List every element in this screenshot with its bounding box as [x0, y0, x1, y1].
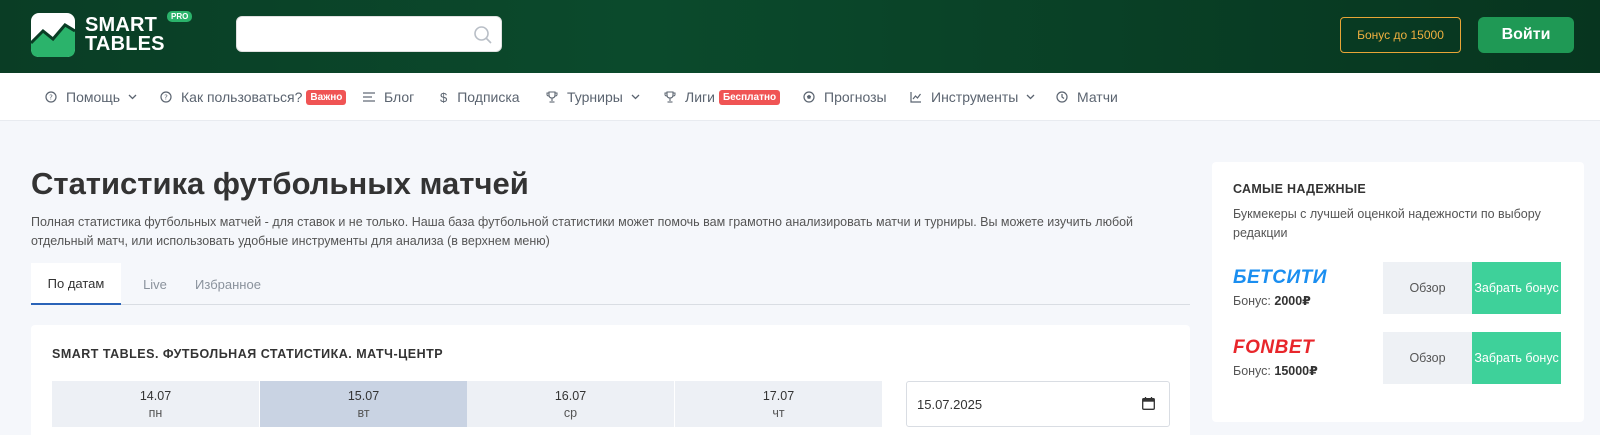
page-description: Полная статистика футбольных матчей - дл… [31, 215, 1134, 248]
logo-line-2: TABLES [85, 33, 165, 55]
day-weekday: ср [563, 405, 578, 420]
fonbet-logo[interactable]: FONBET [1233, 337, 1314, 359]
bookmaker-bonus: Бонус: 2000₽ [1233, 293, 1311, 308]
day-button[interactable]: 16.07 ср [467, 381, 674, 427]
svg-text:?: ? [49, 94, 53, 102]
logo[interactable]: SMART TABLES PRO [29, 11, 193, 57]
nav-label: Как пользоваться? [181, 89, 303, 105]
date-value: 15.07.2025 [917, 396, 983, 412]
nav-label: Матчи [1077, 89, 1118, 105]
nav-item-predictions[interactable]: Прогнозы [803, 73, 887, 121]
nav-label: Подписка [457, 89, 520, 105]
tabs: По датам Live Избранное [31, 263, 1190, 305]
panel-subtitle: Букмекеры с лучшей оценкой надежности по… [1233, 207, 1541, 240]
search-icon[interactable] [473, 25, 493, 45]
nav-item-help[interactable]: ? Помощь [45, 73, 146, 121]
main-nav: ? Помощь ? Как пользоваться? Важно Блог … [0, 73, 1600, 121]
review-button[interactable]: Обзор [1383, 332, 1472, 384]
review-button[interactable]: Обзор [1383, 262, 1472, 314]
match-center-title: SMART TABLES. ФУТБОЛЬНАЯ СТАТИСТИКА. МАТ… [52, 347, 444, 361]
tab-live[interactable]: Live [135, 263, 175, 305]
logo-mark-icon [29, 13, 76, 57]
tab-by-dates[interactable]: По датам [31, 263, 121, 305]
nav-label: Прогнозы [824, 89, 887, 105]
calendar-icon[interactable] [1142, 397, 1155, 410]
free-badge: Бесплатно [718, 89, 781, 105]
trophy-icon [546, 91, 558, 103]
day-date: 14.07 [139, 388, 172, 403]
date-picker-input[interactable]: 15.07.2025 [906, 381, 1170, 427]
bookmaker-row-betcity: БЕТСИТИ Бонус: 2000₽ Обзор Забрать бонус [1233, 262, 1569, 314]
day-date: 16.07 [554, 388, 587, 403]
day-button[interactable]: 14.07 пн [52, 381, 259, 427]
nav-item-leagues[interactable]: Лиги Бесплатно [664, 73, 781, 121]
chart-icon [910, 92, 921, 103]
nav-label: Турниры [567, 89, 623, 105]
bonus-label: Бонус: [1233, 364, 1271, 378]
nav-label: Помощь [66, 89, 121, 105]
help-circle-icon: ? [45, 91, 57, 103]
nav-item-how-to[interactable]: ? Как пользоваться? Важно [160, 73, 347, 121]
help-circle-icon: ? [160, 91, 172, 103]
take-bonus-button[interactable]: Забрать бонус [1472, 262, 1561, 314]
bonus-value: 15000₽ [1274, 364, 1318, 378]
nav-item-blog[interactable]: Блог [363, 73, 414, 121]
nav-item-subscription[interactable]: $ Подписка [440, 73, 520, 121]
tab-favorites[interactable]: Избранное [191, 263, 265, 305]
day-date: 15.07 [347, 388, 380, 403]
day-weekday: чт [772, 405, 785, 420]
login-button[interactable]: Войти [1478, 17, 1574, 53]
ball-icon [803, 91, 815, 103]
nav-label: Блог [384, 89, 415, 105]
match-center-card: SMART TABLES. ФУТБОЛЬНАЯ СТАТИСТИКА. МАТ… [31, 325, 1190, 435]
pro-badge: PRO [167, 11, 193, 22]
search-input[interactable] [236, 16, 502, 52]
bonus-value: 2000₽ [1274, 294, 1311, 308]
trophy-icon [664, 91, 676, 103]
chevron-down-icon [1026, 94, 1035, 100]
day-button-active[interactable]: 15.07 вт [260, 381, 467, 427]
reliable-bookmakers-panel: САМЫЕ НАДЕЖНЫЕ Букмекеры с лучшей оценко… [1212, 162, 1584, 422]
bonus-button[interactable]: Бонус до 15000 [1340, 17, 1461, 53]
nav-item-tools[interactable]: Инструменты [910, 73, 1044, 121]
bonus-label: Бонус: [1233, 294, 1271, 308]
dollar-icon: $ [440, 89, 448, 105]
chevron-down-icon [631, 94, 640, 100]
header: SMART TABLES PRO Бонус до 15000 Войти [0, 0, 1600, 73]
logo-text: SMART TABLES [85, 15, 165, 55]
nav-label: Лиги [685, 89, 715, 105]
page-title: Статистика футбольных матчей [31, 166, 529, 201]
lines-icon [363, 92, 375, 102]
nav-item-tournaments[interactable]: Турниры [546, 73, 649, 121]
svg-text:?: ? [164, 94, 168, 102]
bookmaker-row-fonbet: FONBET Бонус: 15000₽ Обзор Забрать бонус [1233, 332, 1569, 384]
bookmaker-bonus: Бонус: 15000₽ [1233, 363, 1318, 378]
panel-title: САМЫЕ НАДЕЖНЫЕ [1233, 182, 1367, 196]
day-weekday: вт [357, 405, 370, 420]
day-weekday: пн [148, 405, 163, 420]
take-bonus-button[interactable]: Забрать бонус [1472, 332, 1561, 384]
chevron-down-icon [128, 94, 137, 100]
nav-label: Инструменты [931, 89, 1019, 105]
day-button[interactable]: 17.07 чт [675, 381, 882, 427]
clock-icon [1056, 91, 1068, 103]
nav-item-matches[interactable]: Матчи [1056, 73, 1118, 121]
betcity-logo[interactable]: БЕТСИТИ [1233, 267, 1327, 289]
day-date: 17.07 [762, 388, 795, 403]
important-badge: Важно [306, 89, 347, 105]
